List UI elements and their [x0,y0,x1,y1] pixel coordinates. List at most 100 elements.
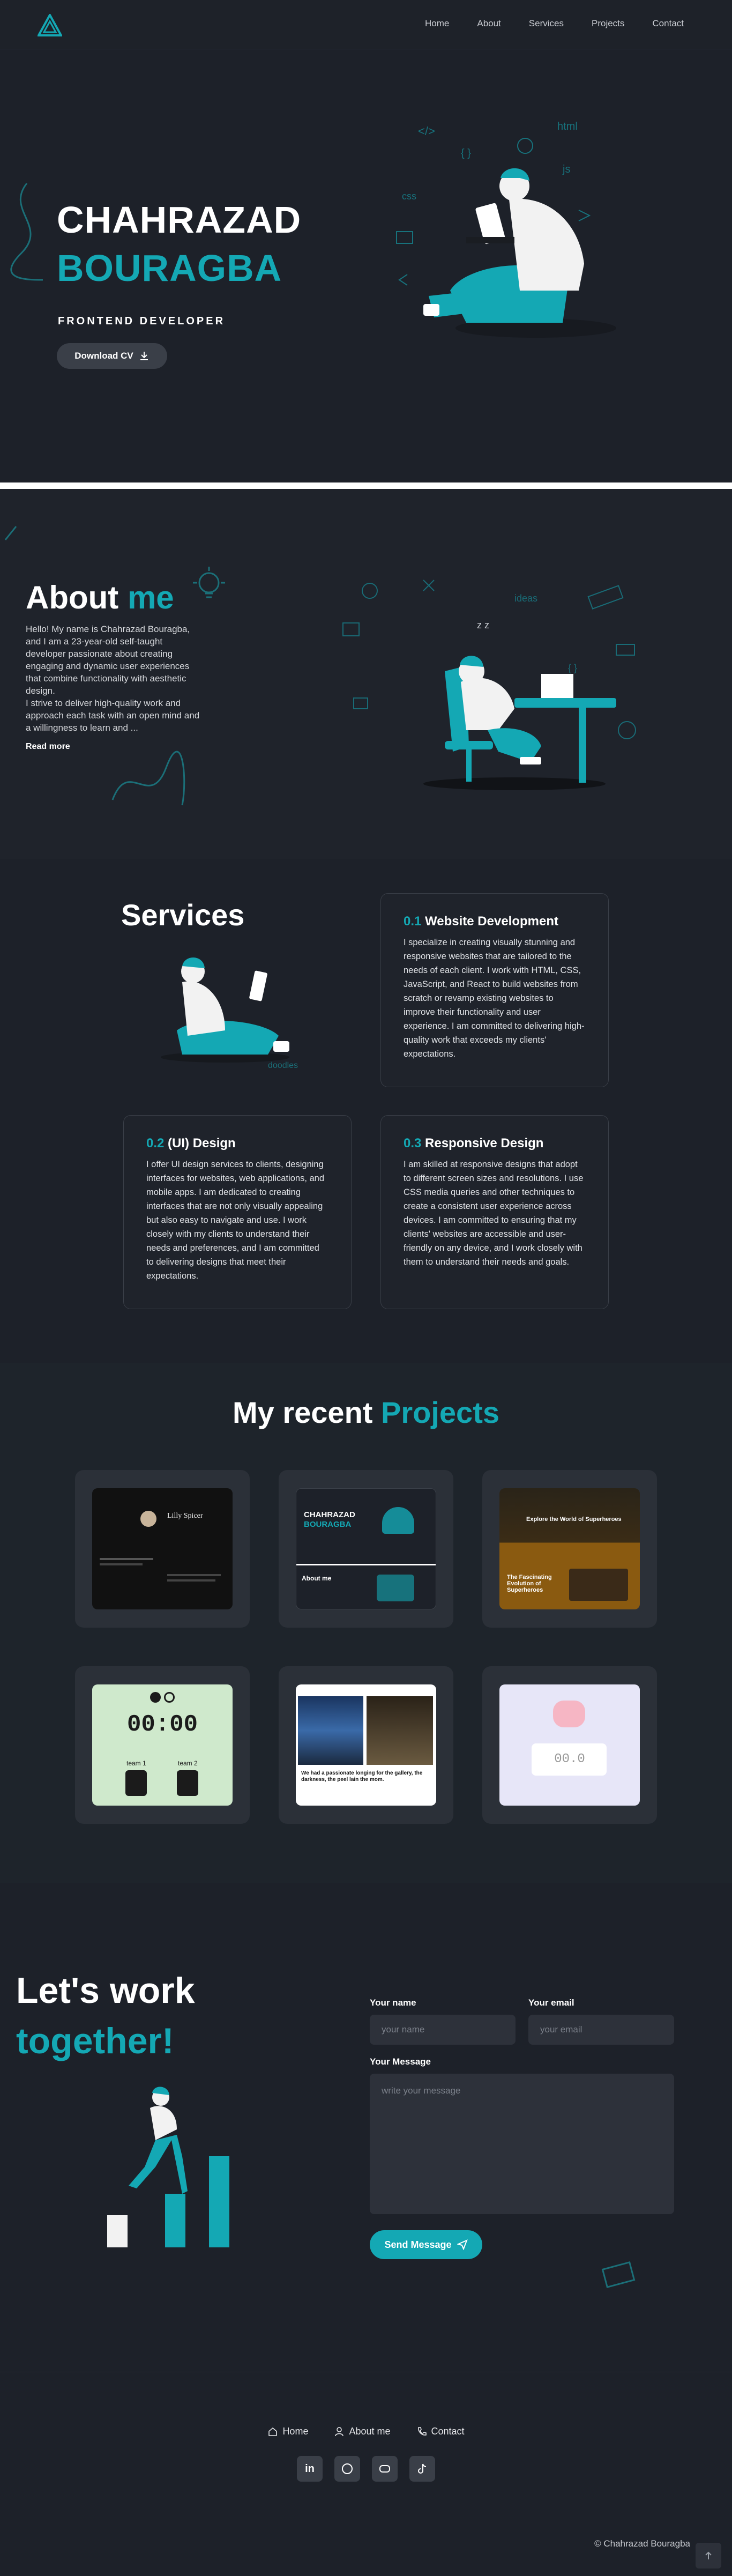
service-card-responsive: 0.3 Responsive Design I am skilled at re… [380,1115,609,1309]
message-textarea[interactable] [370,2074,674,2214]
project-card[interactable]: 00.0 [482,1666,657,1824]
footer-link-about[interactable]: About me [334,2426,391,2437]
hero-role: FRONTEND DEVELOPER [58,315,226,327]
thumbnail-caption: We had a passionate longing for the gall… [301,1770,423,1783]
nav-link-contact[interactable]: Contact [652,18,684,29]
service-card-web: 0.1 Website Development I specialize in … [380,893,609,1087]
play-icon [150,1692,161,1703]
section-divider [0,482,732,489]
footer-link-label: Contact [431,2426,465,2437]
footer-links: Home About me Contact [0,2426,732,2437]
music-note-icon [4,526,17,540]
download-cv-label: Download CV [74,351,133,361]
project-card[interactable]: CHAHRAZAD BOURAGBA About me [279,1470,453,1628]
download-cv-button[interactable]: Download CV [57,343,167,369]
project-card[interactable]: 00:00 team 1 team 2 [75,1666,250,1824]
laptop-person-illustration: doodles [161,957,298,1070]
envelope-icon [601,2261,636,2288]
service-name: Website Development [425,914,558,929]
footer-link-home[interactable]: Home [267,2426,308,2437]
footer-link-contact[interactable]: Contact [416,2426,465,2437]
thumbnail-sub: The Fascinating Evolution of Superheroes [507,1574,552,1593]
svg-text:z z: z z [477,620,489,630]
nav-link-services[interactable]: Services [529,18,564,29]
svg-text:js: js [562,164,570,175]
footer: Home About me Contact in © Chahrazad Bou… [0,2372,732,2576]
projects-section: My recent Projects Lilly Spicer CHAHRAZA… [0,1363,732,1883]
thumbnail-headline: Explore the World of Superheroes [526,1516,622,1523]
nav-links: Home About Services Projects Contact [425,18,684,29]
send-icon [457,2239,468,2250]
phone-icon [417,2426,427,2436]
developer-illustration: </> html { } css js [396,121,616,338]
hero-section: CHAHRAZAD BOURAGBA FRONTEND DEVELOPER Do… [0,49,732,482]
download-icon [140,352,148,360]
project-thumbnail: Explore the World of Superheroes The Fas… [499,1488,640,1609]
message-label: Your Message [370,2057,431,2067]
arrow-up-icon [705,2551,712,2559]
about-title-a: About [26,580,119,615]
avatar [140,1511,156,1527]
service-text: I specialize in creating visually stunni… [404,938,585,1059]
svg-text:html: html [557,121,578,132]
about-section: About me Hello! My name is Chahrazad Bou… [0,489,732,859]
service-name: Responsive Design [425,1136,544,1150]
project-thumbnail: 00.0 [499,1684,640,1806]
project-card[interactable]: We had a passionate longing for the gall… [279,1666,453,1824]
email-input[interactable] [528,2015,674,2045]
portfolio-page: Home About Services Projects Contact CHA… [0,0,732,2576]
thumbnail-score: 00.0 [554,1752,585,1766]
hero-first-name: CHAHRAZAD [57,199,302,241]
about-text: Hello! My name is Chahrazad Bouragba, an… [26,623,204,734]
svg-text:css: css [402,191,416,202]
svg-text:{ }: { } [568,663,577,673]
nav-link-about[interactable]: About [477,18,501,29]
send-message-button[interactable]: Send Message [370,2230,482,2259]
squiggle-decoration [111,751,185,806]
about-title-b: me [127,580,174,615]
projects-title-b: Projects [381,1395,499,1429]
contact-title-b: together! [16,2021,174,2061]
service-title: 0.1 Website Development [404,914,586,929]
tiktok-icon[interactable] [409,2456,435,2482]
desk-worker-illustration: ideas { } z z [342,580,636,790]
footer-link-label: About me [349,2426,391,2437]
projects-title-a: My recent [233,1395,373,1429]
reset-icon [164,1692,175,1703]
project-thumbnail: 00:00 team 1 team 2 [92,1684,233,1806]
top-navbar: Home About Services Projects Contact [0,0,732,49]
service-card-ui: 0.2 (UI) Design I offer UI design servic… [123,1115,352,1309]
squiggle-decoration [10,183,43,281]
services-section: Services doodles 0.1 Website Development… [0,859,732,1363]
service-num: 0.3 [404,1136,422,1150]
thumbnail-name1: CHAHRAZAD [304,1510,355,1519]
service-name: (UI) Design [168,1136,236,1150]
thumbnail-team2: team 2 [178,1760,198,1767]
thumbnail-clock: 00:00 [126,1711,198,1738]
about-paragraph-1: Hello! My name is Chahrazad Bouragba, an… [26,624,190,696]
about-title: About me [26,579,174,616]
thumbnail-title: Lilly Spicer [167,1512,203,1520]
contact-title-a: Let's work [16,1970,195,2011]
steps-illustration [107,2087,229,2247]
github-icon[interactable] [334,2456,360,2482]
project-card[interactable]: Explore the World of Superheroes The Fas… [482,1470,657,1628]
read-more-link[interactable]: Read more [26,742,70,752]
nav-link-home[interactable]: Home [425,18,449,29]
project-card[interactable]: Lilly Spicer [75,1470,250,1628]
svg-text:{ }: { } [461,147,471,159]
nav-link-projects[interactable]: Projects [592,18,624,29]
name-input[interactable] [370,2015,516,2045]
logo-icon[interactable] [38,14,62,36]
thumbnail-team1: team 1 [126,1760,146,1767]
scroll-to-top-button[interactable] [696,2543,721,2568]
email-label: Your email [528,1998,574,2008]
thumbnail-about: About me [302,1575,332,1582]
footer-link-label: Home [282,2426,309,2437]
linkedin-icon[interactable]: in [297,2456,323,2482]
discord-icon[interactable] [372,2456,398,2482]
user-icon [335,2426,344,2436]
service-text: I am skilled at responsive designs that … [404,1160,584,1267]
project-thumbnail: We had a passionate longing for the gall… [296,1684,436,1806]
thumbnail-name2: BOURAGBA [304,1520,352,1529]
